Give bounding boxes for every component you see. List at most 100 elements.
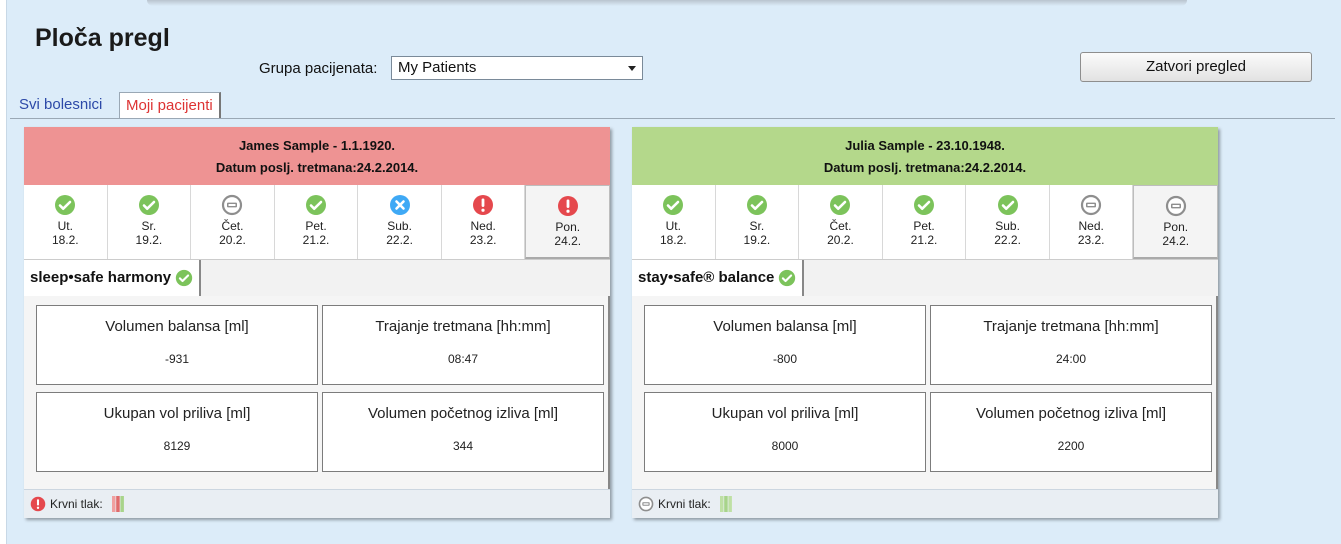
- exclamation-icon: [557, 195, 579, 217]
- metric-box: Volumen početnog izliva [ml] 2200: [930, 392, 1212, 472]
- patient-group-select[interactable]: My Patients: [391, 56, 643, 80]
- tab-my-patients[interactable]: Moji pacijenti: [119, 92, 221, 118]
- metric-value: -800: [772, 352, 798, 366]
- day-cell[interactable]: Sub. 22.2.: [358, 185, 442, 259]
- day-date: 23.2.: [469, 233, 497, 247]
- day-date: 24.2.: [554, 234, 582, 248]
- top-shadow: [147, 0, 1187, 6]
- day-name: Pet.: [305, 219, 327, 233]
- minus-icon: [1080, 194, 1102, 216]
- page-title: Ploča pregl: [35, 24, 170, 52]
- patient-name: James Sample - 1.1.1920.: [238, 138, 396, 153]
- day-cell-current[interactable]: Pon. 24.2.: [1133, 185, 1219, 259]
- day-name: Ned.: [1078, 219, 1104, 233]
- metric-label: Volumen početnog izliva [ml]: [367, 405, 559, 422]
- metric-box: Ukupan vol priliva [ml] 8000: [644, 392, 926, 472]
- day-cell[interactable]: Pet. 21.2.: [883, 185, 967, 259]
- check-icon: [305, 194, 327, 216]
- day-name: Ut.: [57, 219, 73, 233]
- metric-box: Ukupan vol priliva [ml] 8129: [36, 392, 318, 472]
- day-cell[interactable]: Pet. 21.2.: [275, 185, 359, 259]
- blood-pressure-label: Krvni tlak:: [658, 497, 711, 511]
- patient-name: Julia Sample - 23.10.1948.: [845, 138, 1005, 153]
- check-icon: [175, 269, 193, 287]
- last-treatment-date: Datum poslj. tretmana:24.2.2014.: [823, 160, 1027, 175]
- blood-pressure-row[interactable]: Krvni tlak:: [24, 489, 610, 518]
- day-date: 24.2.: [1162, 234, 1190, 248]
- minus-icon: [221, 194, 243, 216]
- day-date: 22.2.: [386, 233, 413, 247]
- blood-pressure-bars-green-icon: [719, 495, 733, 513]
- day-name: Sub.: [995, 219, 1020, 233]
- day-name: Sub.: [387, 219, 412, 233]
- exclamation-icon: [30, 496, 46, 512]
- day-date: 21.2.: [302, 233, 330, 247]
- metric-label: Ukupan vol priliva [ml]: [711, 405, 859, 422]
- last-treatment-date: Datum poslj. tretmana:24.2.2014.: [215, 160, 419, 175]
- day-cell[interactable]: Čet. 20.2.: [191, 185, 275, 259]
- chevron-down-icon: [628, 66, 636, 71]
- metric-box: Volumen početnog izliva [ml] 344: [322, 392, 604, 472]
- metric-box: Volumen balansa [ml] -800: [644, 305, 926, 385]
- program-name: stay•safe® balance: [638, 269, 775, 286]
- metric-value: 08:47: [447, 352, 479, 366]
- program-name: sleep•safe harmony: [30, 269, 172, 286]
- day-cell[interactable]: Ned. 23.2.: [1050, 185, 1134, 259]
- metric-label: Ukupan vol priliva [ml]: [103, 405, 251, 422]
- day-date: 18.2.: [51, 233, 79, 247]
- x-icon: [389, 194, 411, 216]
- metrics-panel: Volumen balansa [ml] -931 Trajanje tretma…: [24, 296, 610, 489]
- day-cell[interactable]: Sub. 22.2.: [966, 185, 1050, 259]
- day-date: 20.2.: [219, 233, 246, 247]
- day-cell[interactable]: Ut. 18.2.: [632, 185, 716, 259]
- check-icon: [913, 194, 935, 216]
- metric-label: Trajanje tretmana [hh:mm]: [983, 318, 1159, 335]
- day-cell[interactable]: Ned. 23.2.: [442, 185, 526, 259]
- patient-card-header: Julia Sample - 23.10.1948. Datum poslj. …: [632, 127, 1218, 185]
- close-overview-button[interactable]: Zatvori pregled: [1080, 52, 1312, 82]
- program-tab[interactable]: sleep•safe harmony: [24, 260, 202, 296]
- blood-pressure-row[interactable]: Krvni tlak:: [632, 489, 1218, 518]
- metric-value: 2200: [1057, 439, 1085, 453]
- metric-value: -931: [164, 352, 190, 366]
- metric-label: Trajanje tretmana [hh:mm]: [375, 318, 551, 335]
- day-name: Pon.: [555, 220, 581, 234]
- day-date: 19.2.: [135, 233, 163, 247]
- day-name: Sr.: [141, 219, 157, 233]
- day-name: Pon.: [1163, 220, 1189, 234]
- day-name: Sr.: [749, 219, 765, 233]
- check-icon: [778, 269, 796, 287]
- day-cell[interactable]: Sr. 19.2.: [108, 185, 192, 259]
- day-cell[interactable]: Ut. 18.2.: [24, 185, 108, 259]
- day-cell[interactable]: Čet. 20.2.: [799, 185, 883, 259]
- day-strip: Ut. 18.2. Sr. 19.2. Čet. 20.2. Pet. 21.2. Su…: [632, 185, 1219, 260]
- patient-group-label: Grupa pacijenata:: [259, 60, 378, 77]
- patient-card[interactable]: Julia Sample - 23.10.1948. Datum poslj. …: [632, 127, 1219, 518]
- metric-box: Volumen balansa [ml] -931: [36, 305, 318, 385]
- tab-all-patients[interactable]: Svi bolesnici: [13, 92, 108, 118]
- minus-icon: [638, 496, 654, 512]
- metric-value: 8129: [163, 439, 191, 453]
- patient-card[interactable]: James Sample - 1.1.1920. Datum poslj. tr…: [24, 127, 611, 518]
- exclamation-icon: [472, 194, 494, 216]
- day-date: 20.2.: [827, 233, 854, 247]
- day-date: 23.2.: [1077, 233, 1105, 247]
- metric-label: Volumen balansa [ml]: [713, 318, 857, 335]
- metric-value: 8000: [771, 439, 799, 453]
- day-cell[interactable]: Sr. 19.2.: [716, 185, 800, 259]
- metric-box: Trajanje tretmana [hh:mm] 08:47: [322, 305, 604, 385]
- check-icon: [138, 194, 160, 216]
- metric-label: Volumen balansa [ml]: [105, 318, 249, 335]
- metrics-panel: Volumen balansa [ml] -800 Trajanje tretma…: [632, 296, 1218, 489]
- day-name: Ned.: [470, 219, 496, 233]
- day-cell-current[interactable]: Pon. 24.2.: [525, 185, 611, 259]
- minus-icon: [1165, 195, 1187, 217]
- metric-value: 24:00: [1055, 352, 1087, 366]
- program-tab[interactable]: stay•safe® balance: [632, 260, 805, 296]
- patient-card-header: James Sample - 1.1.1920. Datum poslj. tr…: [24, 127, 610, 185]
- check-icon: [746, 194, 768, 216]
- check-icon: [662, 194, 684, 216]
- day-name: Pet.: [913, 219, 935, 233]
- metric-value: 344: [452, 439, 474, 453]
- blood-pressure-bars-icon: [111, 495, 125, 513]
